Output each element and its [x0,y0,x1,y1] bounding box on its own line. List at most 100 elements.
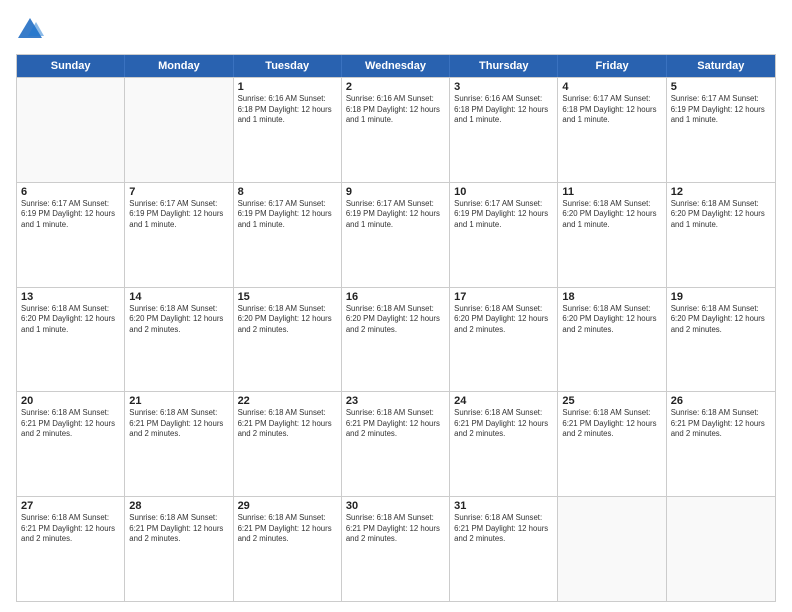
cal-header-day-thursday: Thursday [450,55,558,77]
cal-cell: 31Sunrise: 6:18 AM Sunset: 6:21 PM Dayli… [450,497,558,601]
page: SundayMondayTuesdayWednesdayThursdayFrid… [0,0,792,612]
day-info: Sunrise: 6:18 AM Sunset: 6:20 PM Dayligh… [129,304,228,336]
cal-cell [667,497,775,601]
day-number: 12 [671,186,771,198]
day-info: Sunrise: 6:16 AM Sunset: 6:18 PM Dayligh… [454,94,553,126]
day-info: Sunrise: 6:16 AM Sunset: 6:18 PM Dayligh… [238,94,337,126]
cal-cell: 14Sunrise: 6:18 AM Sunset: 6:20 PM Dayli… [125,288,233,392]
cal-cell: 17Sunrise: 6:18 AM Sunset: 6:20 PM Dayli… [450,288,558,392]
cal-header-day-tuesday: Tuesday [234,55,342,77]
logo [16,16,48,44]
cal-cell: 2Sunrise: 6:16 AM Sunset: 6:18 PM Daylig… [342,78,450,182]
cal-cell: 16Sunrise: 6:18 AM Sunset: 6:20 PM Dayli… [342,288,450,392]
cal-cell: 4Sunrise: 6:17 AM Sunset: 6:18 PM Daylig… [558,78,666,182]
cal-cell: 8Sunrise: 6:17 AM Sunset: 6:19 PM Daylig… [234,183,342,287]
day-info: Sunrise: 6:18 AM Sunset: 6:21 PM Dayligh… [129,408,228,440]
cal-header-day-wednesday: Wednesday [342,55,450,77]
cal-cell: 15Sunrise: 6:18 AM Sunset: 6:20 PM Dayli… [234,288,342,392]
day-number: 28 [129,500,228,512]
day-info: Sunrise: 6:18 AM Sunset: 6:20 PM Dayligh… [562,199,661,231]
day-info: Sunrise: 6:17 AM Sunset: 6:18 PM Dayligh… [562,94,661,126]
day-info: Sunrise: 6:18 AM Sunset: 6:21 PM Dayligh… [454,408,553,440]
cal-cell: 27Sunrise: 6:18 AM Sunset: 6:21 PM Dayli… [17,497,125,601]
cal-cell [125,78,233,182]
cal-cell: 22Sunrise: 6:18 AM Sunset: 6:21 PM Dayli… [234,392,342,496]
cal-cell: 3Sunrise: 6:16 AM Sunset: 6:18 PM Daylig… [450,78,558,182]
cal-header-day-saturday: Saturday [667,55,775,77]
cal-cell: 12Sunrise: 6:18 AM Sunset: 6:20 PM Dayli… [667,183,775,287]
day-info: Sunrise: 6:18 AM Sunset: 6:20 PM Dayligh… [21,304,120,336]
day-number: 4 [562,81,661,93]
cal-cell: 30Sunrise: 6:18 AM Sunset: 6:21 PM Dayli… [342,497,450,601]
cal-cell: 10Sunrise: 6:17 AM Sunset: 6:19 PM Dayli… [450,183,558,287]
calendar-body: 1Sunrise: 6:16 AM Sunset: 6:18 PM Daylig… [17,77,775,601]
day-number: 29 [238,500,337,512]
day-number: 6 [21,186,120,198]
cal-header-day-friday: Friday [558,55,666,77]
day-info: Sunrise: 6:17 AM Sunset: 6:19 PM Dayligh… [346,199,445,231]
cal-cell: 5Sunrise: 6:17 AM Sunset: 6:19 PM Daylig… [667,78,775,182]
logo-icon [16,16,44,44]
cal-cell: 9Sunrise: 6:17 AM Sunset: 6:19 PM Daylig… [342,183,450,287]
day-number: 2 [346,81,445,93]
day-number: 11 [562,186,661,198]
day-info: Sunrise: 6:18 AM Sunset: 6:21 PM Dayligh… [238,408,337,440]
day-number: 7 [129,186,228,198]
day-info: Sunrise: 6:18 AM Sunset: 6:21 PM Dayligh… [346,408,445,440]
day-info: Sunrise: 6:18 AM Sunset: 6:21 PM Dayligh… [562,408,661,440]
day-number: 5 [671,81,771,93]
day-number: 31 [454,500,553,512]
cal-week-1: 1Sunrise: 6:16 AM Sunset: 6:18 PM Daylig… [17,77,775,182]
cal-cell: 11Sunrise: 6:18 AM Sunset: 6:20 PM Dayli… [558,183,666,287]
cal-header-day-sunday: Sunday [17,55,125,77]
cal-cell: 19Sunrise: 6:18 AM Sunset: 6:20 PM Dayli… [667,288,775,392]
cal-cell: 21Sunrise: 6:18 AM Sunset: 6:21 PM Dayli… [125,392,233,496]
day-number: 24 [454,395,553,407]
cal-cell [558,497,666,601]
day-number: 13 [21,291,120,303]
day-info: Sunrise: 6:16 AM Sunset: 6:18 PM Dayligh… [346,94,445,126]
cal-cell: 20Sunrise: 6:18 AM Sunset: 6:21 PM Dayli… [17,392,125,496]
day-info: Sunrise: 6:17 AM Sunset: 6:19 PM Dayligh… [21,199,120,231]
day-info: Sunrise: 6:18 AM Sunset: 6:20 PM Dayligh… [346,304,445,336]
day-info: Sunrise: 6:18 AM Sunset: 6:20 PM Dayligh… [238,304,337,336]
day-info: Sunrise: 6:18 AM Sunset: 6:21 PM Dayligh… [129,513,228,545]
day-number: 22 [238,395,337,407]
day-number: 19 [671,291,771,303]
day-info: Sunrise: 6:18 AM Sunset: 6:20 PM Dayligh… [562,304,661,336]
day-info: Sunrise: 6:18 AM Sunset: 6:21 PM Dayligh… [21,513,120,545]
day-number: 30 [346,500,445,512]
day-number: 3 [454,81,553,93]
day-info: Sunrise: 6:18 AM Sunset: 6:20 PM Dayligh… [671,304,771,336]
day-info: Sunrise: 6:18 AM Sunset: 6:21 PM Dayligh… [21,408,120,440]
day-info: Sunrise: 6:18 AM Sunset: 6:21 PM Dayligh… [346,513,445,545]
cal-cell [17,78,125,182]
day-number: 1 [238,81,337,93]
day-number: 21 [129,395,228,407]
cal-cell: 26Sunrise: 6:18 AM Sunset: 6:21 PM Dayli… [667,392,775,496]
header [16,16,776,44]
cal-cell: 13Sunrise: 6:18 AM Sunset: 6:20 PM Dayli… [17,288,125,392]
day-number: 10 [454,186,553,198]
day-number: 23 [346,395,445,407]
cal-week-4: 20Sunrise: 6:18 AM Sunset: 6:21 PM Dayli… [17,391,775,496]
cal-cell: 29Sunrise: 6:18 AM Sunset: 6:21 PM Dayli… [234,497,342,601]
day-info: Sunrise: 6:18 AM Sunset: 6:21 PM Dayligh… [454,513,553,545]
day-number: 16 [346,291,445,303]
day-info: Sunrise: 6:18 AM Sunset: 6:21 PM Dayligh… [671,408,771,440]
day-info: Sunrise: 6:18 AM Sunset: 6:21 PM Dayligh… [238,513,337,545]
cal-week-3: 13Sunrise: 6:18 AM Sunset: 6:20 PM Dayli… [17,287,775,392]
cal-week-2: 6Sunrise: 6:17 AM Sunset: 6:19 PM Daylig… [17,182,775,287]
day-number: 8 [238,186,337,198]
calendar: SundayMondayTuesdayWednesdayThursdayFrid… [16,54,776,602]
calendar-header-row: SundayMondayTuesdayWednesdayThursdayFrid… [17,55,775,77]
day-number: 14 [129,291,228,303]
day-info: Sunrise: 6:17 AM Sunset: 6:19 PM Dayligh… [129,199,228,231]
cal-cell: 24Sunrise: 6:18 AM Sunset: 6:21 PM Dayli… [450,392,558,496]
cal-cell: 1Sunrise: 6:16 AM Sunset: 6:18 PM Daylig… [234,78,342,182]
cal-cell: 25Sunrise: 6:18 AM Sunset: 6:21 PM Dayli… [558,392,666,496]
cal-cell: 28Sunrise: 6:18 AM Sunset: 6:21 PM Dayli… [125,497,233,601]
day-info: Sunrise: 6:18 AM Sunset: 6:20 PM Dayligh… [671,199,771,231]
day-number: 26 [671,395,771,407]
day-number: 27 [21,500,120,512]
